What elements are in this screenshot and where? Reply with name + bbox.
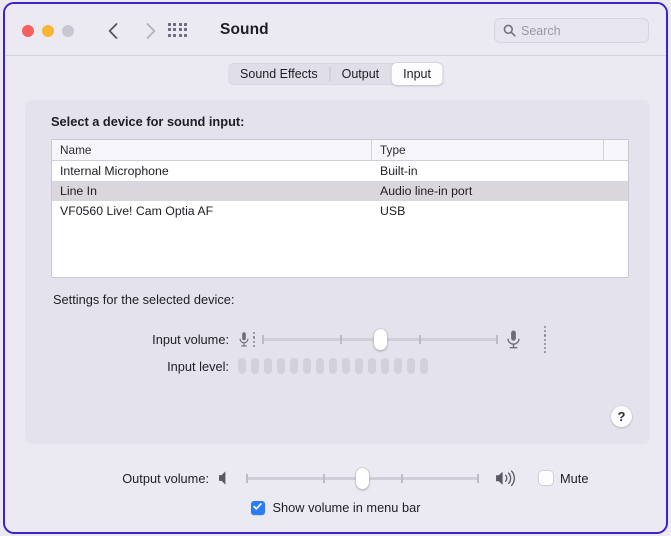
slider-tick [262, 335, 264, 345]
level-segment [329, 358, 337, 374]
level-segment [316, 358, 324, 374]
forward-button[interactable] [139, 19, 163, 43]
input-volume-row: Input volume: [25, 326, 650, 354]
level-segment [381, 358, 389, 374]
device-type: USB [380, 204, 406, 218]
search-field[interactable] [494, 18, 649, 43]
microphone-level-dots-large [544, 326, 547, 354]
title-bar: Sound [5, 4, 666, 56]
level-segment [394, 358, 402, 374]
device-name: VF0560 Live! Cam Optia AF [60, 204, 214, 218]
table-row[interactable]: Internal Microphone Built-in [52, 161, 628, 181]
question-mark-icon: ? [617, 409, 626, 424]
level-segment [238, 358, 246, 374]
level-segment [251, 358, 259, 374]
microphone-level-dots-small [253, 332, 256, 348]
slider-tick [477, 473, 479, 483]
slider-tick [496, 335, 498, 345]
speaker-wave-icon [495, 469, 517, 487]
show-volume-menu-bar-row[interactable]: Show volume in menu bar [5, 500, 666, 515]
close-button[interactable] [22, 25, 34, 37]
mute-checkbox-wrapper[interactable]: Mute [539, 471, 588, 486]
tab-sound-effects[interactable]: Sound Effects [228, 63, 330, 85]
table-row[interactable]: Line In Audio line-in port [52, 181, 628, 201]
input-volume-slider[interactable] [262, 329, 499, 351]
page-title: Sound [220, 21, 269, 38]
table-row[interactable]: VF0560 Live! Cam Optia AF USB [52, 201, 628, 221]
chevron-right-icon [145, 22, 157, 40]
show-volume-menu-bar-checkbox[interactable] [250, 499, 265, 517]
output-volume-slider[interactable] [246, 467, 479, 489]
settings-for-selected-device-label: Settings for the selected device: [53, 292, 235, 307]
column-header-type[interactable]: Type [372, 140, 604, 160]
input-level-row: Input level: [25, 358, 650, 374]
slider-tick [246, 473, 248, 483]
tab-input[interactable]: Input [391, 63, 443, 85]
input-settings-panel: Select a device for sound input: Name Ty… [25, 100, 650, 444]
checkmark-icon [252, 499, 263, 517]
input-volume-label: Input volume: [152, 332, 229, 348]
slider-tick [340, 335, 342, 345]
level-segment [368, 358, 376, 374]
search-icon [503, 24, 516, 37]
device-name: Internal Microphone [60, 164, 169, 178]
level-segment [277, 358, 285, 374]
slider-thumb[interactable] [356, 467, 369, 489]
mute-label: Mute [560, 470, 589, 486]
column-header-name[interactable]: Name [52, 140, 372, 160]
level-segment [407, 358, 415, 374]
level-segment [303, 358, 311, 374]
slider-tick [401, 473, 403, 483]
device-type: Built-in [380, 164, 418, 178]
device-type: Audio line-in port [380, 184, 473, 198]
slider-tick [323, 473, 325, 483]
level-segment [355, 358, 363, 374]
output-volume-row: Output volume: Mute [5, 467, 666, 489]
mute-checkbox[interactable] [539, 471, 553, 485]
device-name: Line In [60, 184, 97, 198]
slider-tick [419, 335, 421, 345]
search-input[interactable] [521, 23, 631, 38]
level-segment [420, 358, 428, 374]
zoom-button[interactable] [62, 25, 74, 37]
help-button[interactable]: ? [611, 406, 632, 427]
level-segment [290, 358, 298, 374]
input-level-meter [238, 358, 428, 374]
column-header-extra[interactable] [604, 140, 628, 160]
speaker-mute-icon [218, 470, 231, 486]
device-table[interactable]: Name Type Internal Microphone Built-in L… [51, 139, 629, 278]
back-button[interactable] [101, 19, 125, 43]
select-device-prompt: Select a device for sound input: [51, 114, 245, 129]
slider-thumb[interactable] [373, 329, 387, 351]
segmented-tabs: Sound Effects Output Input [228, 63, 443, 85]
sound-preferences-window: Sound Sound Effects Output Input Select … [3, 2, 668, 534]
table-header-row: Name Type [52, 140, 628, 161]
level-segment [342, 358, 350, 374]
show-volume-menu-bar-label: Show volume in menu bar [272, 500, 421, 515]
minimize-button[interactable] [42, 25, 54, 37]
output-volume-label: Output volume: [122, 470, 209, 486]
microphone-small-icon [238, 331, 250, 348]
microphone-large-icon [506, 329, 521, 350]
chevron-left-icon [107, 22, 119, 40]
tab-output[interactable]: Output [329, 63, 392, 85]
input-level-label: Input level: [167, 358, 229, 374]
tab-bar: Sound Effects Output Input [5, 56, 666, 90]
level-segment [264, 358, 272, 374]
grid-apps-icon[interactable] [168, 23, 187, 39]
